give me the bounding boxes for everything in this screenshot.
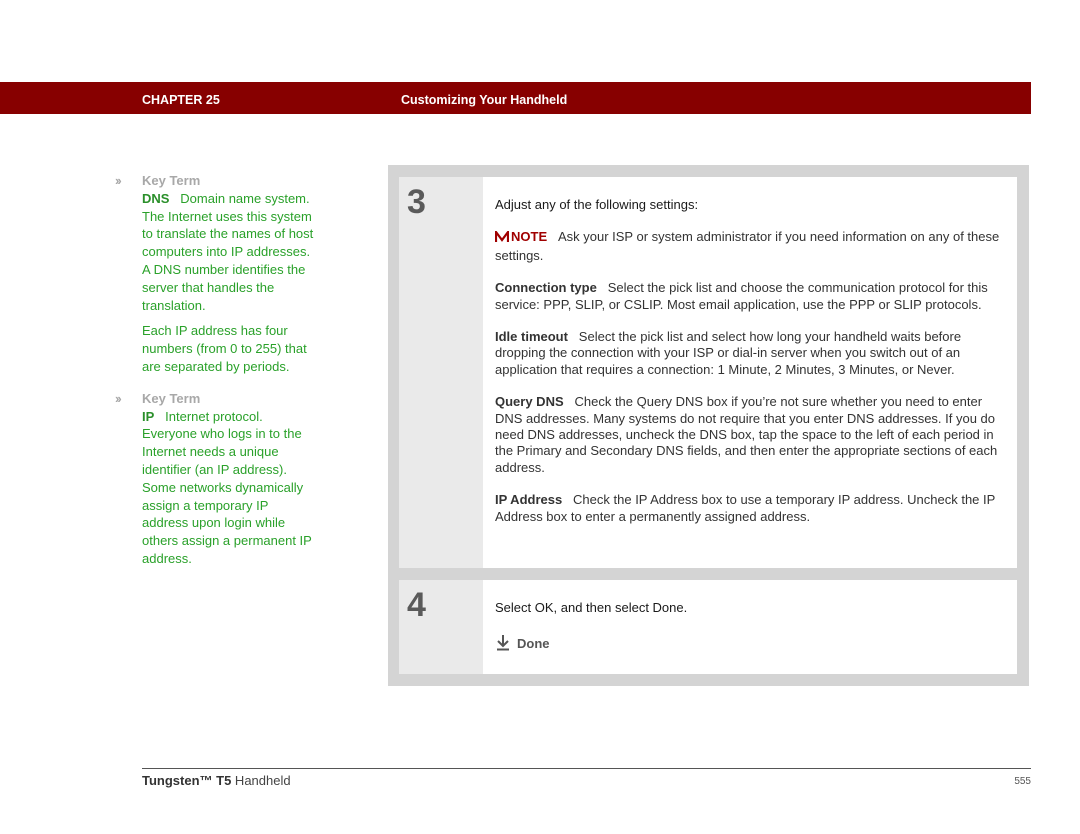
- chapter-title: Customizing Your Handheld: [401, 93, 568, 107]
- step-number: 4: [407, 586, 426, 624]
- setting-idle-timeout: Idle timeout Select the pick list and se…: [495, 329, 962, 377]
- sidebar-key-terms: ›› Key Term DNS Domain name system. The …: [115, 172, 315, 582]
- key-term-ip: ›› Key Term IP Internet protocol. Everyo…: [115, 390, 315, 568]
- page-number: 555: [1014, 776, 1031, 787]
- key-term-dns: ›› Key Term DNS Domain name system. The …: [115, 172, 315, 376]
- note: NOTE Ask your ISP or system administrato…: [494, 229, 1005, 264]
- step-instruction: Adjust any of the following settings:: [495, 197, 699, 212]
- step-3: 3 Adjust any of the following settings: …: [399, 177, 1017, 568]
- step-number: 3: [407, 183, 426, 221]
- step-number-column: 3: [399, 177, 483, 568]
- key-term-extra: Each IP address has four numbers (from 0…: [142, 323, 307, 374]
- double-chevron-icon: ››: [115, 390, 122, 406]
- step-number-column: 4: [399, 580, 483, 674]
- key-term-heading: ›› Key Term: [115, 173, 201, 188]
- chapter-label: CHAPTER 25: [142, 93, 220, 107]
- note-icon: [494, 229, 510, 247]
- key-term-word: IP: [142, 408, 155, 424]
- step-content: Adjust any of the following settings: NO…: [494, 197, 1005, 541]
- footer-rule: [142, 768, 1031, 769]
- setting-ip-address: IP Address Check the IP Address box to u…: [495, 492, 996, 524]
- key-term-definition: DNS Domain name system. The Internet use…: [142, 190, 314, 313]
- double-chevron-icon: ››: [115, 173, 122, 188]
- down-arrow-done-icon: [495, 634, 511, 655]
- note-label: NOTE: [511, 229, 548, 245]
- note-text: Ask your ISP or system administrator if …: [495, 229, 1000, 263]
- key-term-definition: IP Internet protocol. Everyone who logs …: [142, 408, 312, 566]
- done-label: Done: [517, 636, 550, 652]
- done-marker: Done: [495, 634, 1005, 655]
- step-content: Select OK, and then select Done. Done: [495, 600, 1005, 656]
- setting-connection-type: Connection type Select the pick list and…: [495, 280, 988, 312]
- footer-product-title: Tungsten™ T5 Handheld: [142, 773, 291, 788]
- step-instruction: Select OK, and then select Done.: [495, 600, 688, 615]
- key-term-heading: ›› Key Term: [115, 390, 201, 406]
- key-term-word: DNS: [142, 190, 170, 206]
- step-4: 4 Select OK, and then select Done. Done: [399, 580, 1017, 674]
- setting-query-dns: Query DNS Check the Query DNS box if you…: [495, 394, 998, 475]
